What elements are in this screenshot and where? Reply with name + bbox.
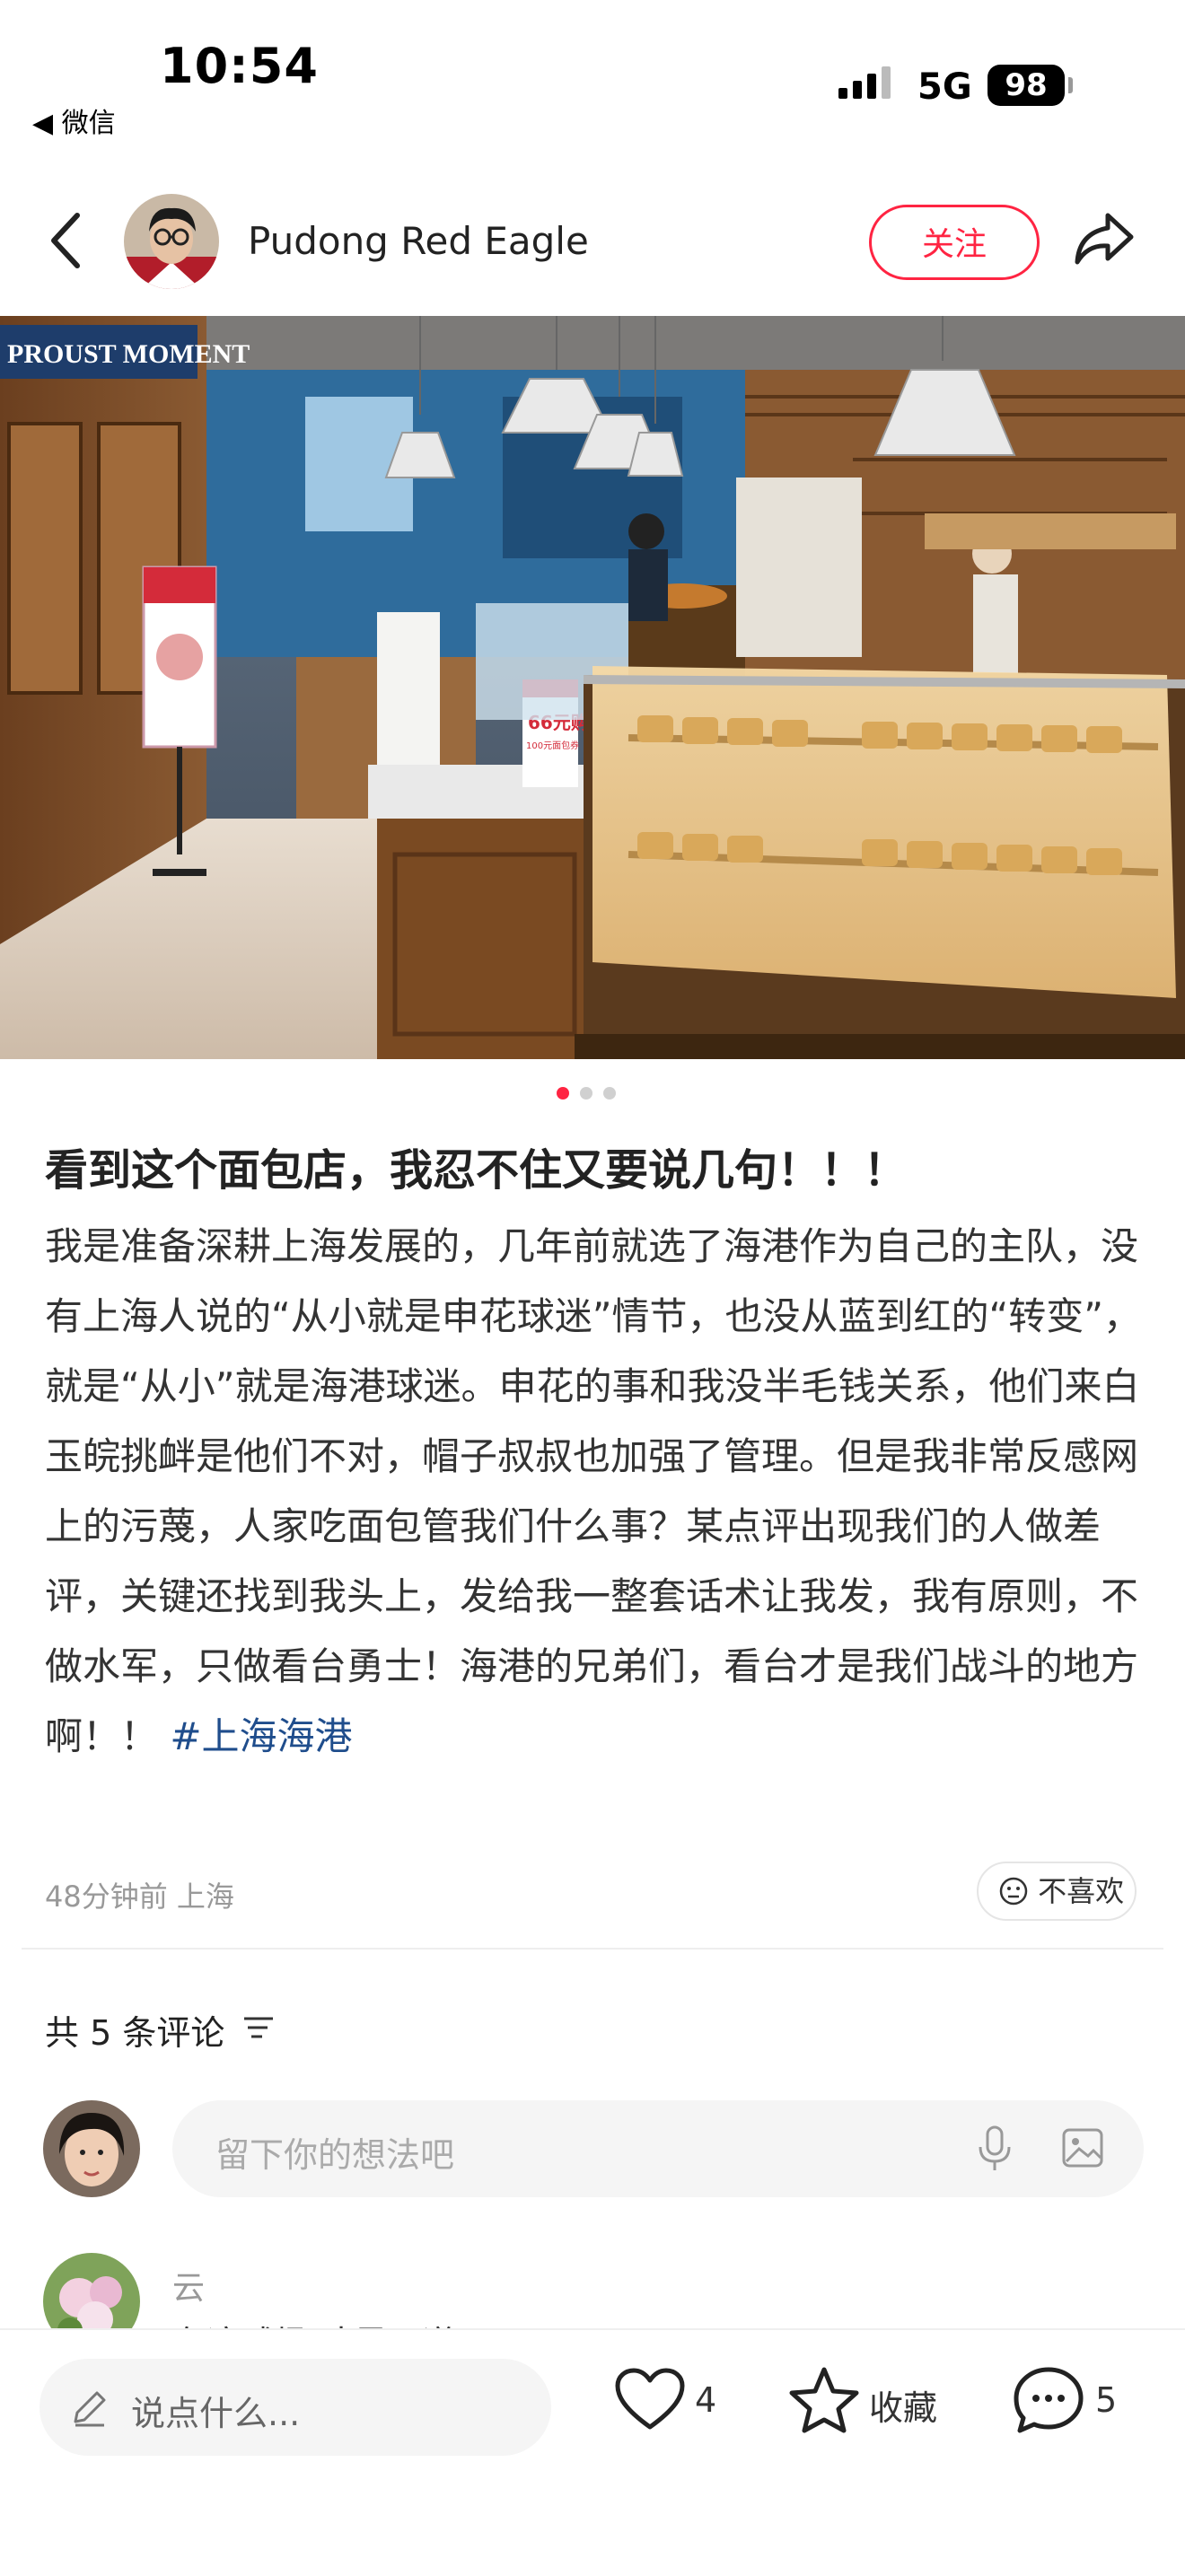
say-something-placeholder: 说点什么...: [131, 2394, 301, 2433]
comment-count: 共 5 条评论: [45, 2013, 225, 2053]
carousel-dot-1[interactable]: [557, 1087, 569, 1100]
comment-count-bottom: 5: [1095, 2380, 1118, 2420]
promo-sub-text: 100元面包券: [526, 740, 579, 751]
sort-icon[interactable]: [242, 2014, 275, 2045]
comment-input[interactable]: 留下你的想法吧: [172, 2100, 1144, 2197]
battery-tip: [1068, 77, 1073, 93]
follow-button[interactable]: 关注: [869, 205, 1040, 280]
post-meta: 48分钟前 上海: [45, 1879, 234, 1914]
comment-bubble-icon[interactable]: [1013, 2366, 1084, 2438]
shop-sign-text: PROUST MOMENT: [7, 339, 250, 369]
divider: [22, 1948, 1163, 1950]
share-icon[interactable]: [1072, 210, 1137, 271]
post-body-text: 我是准备深耕上海发展的，几年前就选了海港作为自己的主队，没有上海人说的“从小就是…: [45, 1224, 1142, 1758]
signal-icon: [838, 65, 901, 104]
pencil-icon: [68, 2386, 111, 2432]
back-arrow-icon[interactable]: [48, 212, 84, 273]
back-to-wechat-link[interactable]: ◀ 微信: [32, 101, 116, 140]
dislike-button[interactable]: 不喜欢: [977, 1862, 1137, 1921]
carousel-dot-2[interactable]: [580, 1087, 592, 1100]
post-image-bakery[interactable]: PROUST MOMENT 66元购 100元面包券: [0, 316, 1185, 1059]
image-icon[interactable]: [1061, 2127, 1104, 2172]
status-time: 10:54: [160, 38, 319, 94]
bottom-action-bar: 说点什么... 4 收藏 5: [0, 2328, 1185, 2576]
battery-indicator: 98: [988, 65, 1065, 106]
mic-icon[interactable]: [977, 2125, 1013, 2176]
collect-label[interactable]: 收藏: [869, 2380, 937, 2430]
dislike-label: 不喜欢: [1038, 1874, 1125, 1908]
author-name[interactable]: Pudong Red Eagle: [248, 219, 589, 263]
frown-icon: [999, 1877, 1028, 1906]
heart-icon[interactable]: [614, 2368, 686, 2436]
carousel-dot-3[interactable]: [603, 1087, 616, 1100]
comment-placeholder: 留下你的想法吧: [215, 2135, 455, 2175]
like-count: 4: [695, 2380, 717, 2420]
star-icon[interactable]: [788, 2366, 860, 2438]
carousel-indicator: [557, 1086, 627, 1103]
post-body: 我是准备深耕上海发展的，几年前就选了海港作为自己的主队，没有上海人说的“从小就是…: [45, 1212, 1149, 1772]
say-something-input[interactable]: 说点什么...: [40, 2359, 551, 2456]
post-title: 看到这个面包店，我忍不住又要说几句！！！: [45, 1145, 908, 1196]
network-type: 5G: [917, 66, 972, 108]
commenter-name[interactable]: 云: [172, 2262, 205, 2309]
author-avatar[interactable]: [124, 194, 219, 289]
hashtag-link[interactable]: #上海海港: [170, 1714, 352, 1758]
my-avatar[interactable]: [43, 2100, 140, 2197]
